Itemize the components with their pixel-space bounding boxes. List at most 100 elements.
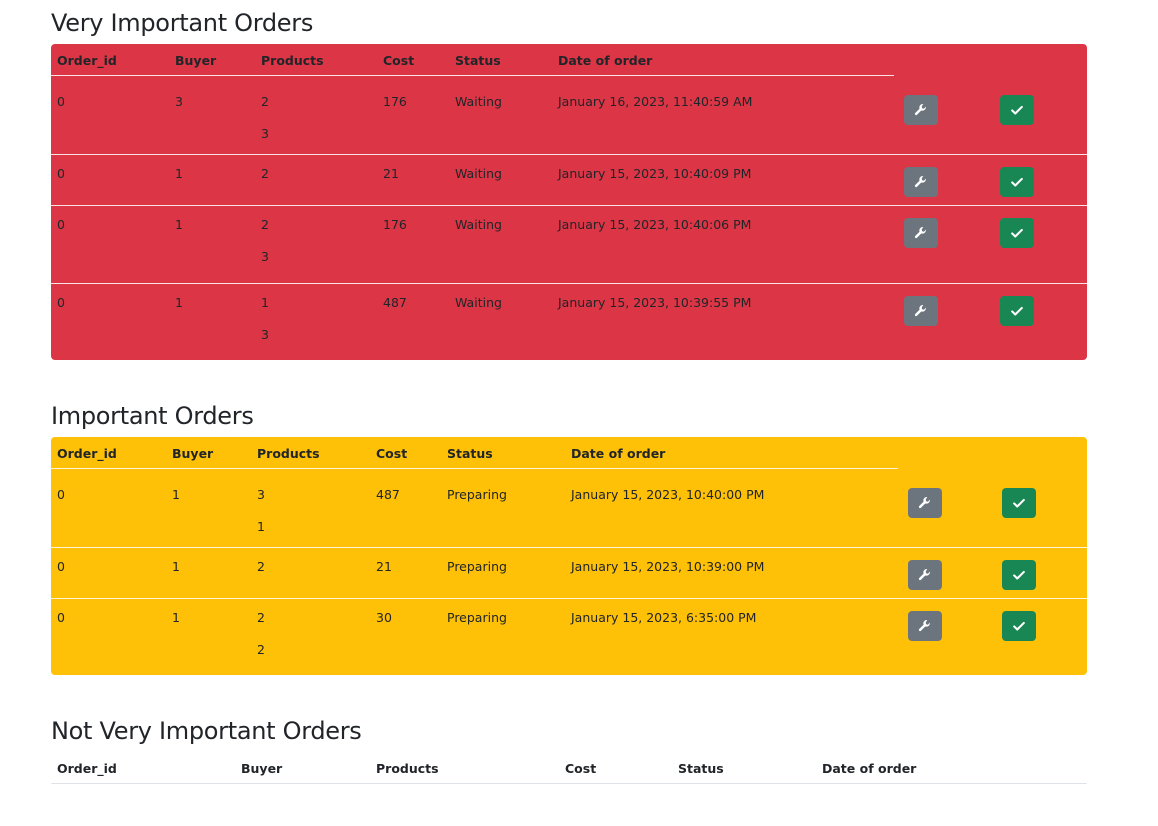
wrench-icon (918, 568, 932, 582)
product-cell: 2 (261, 217, 269, 232)
buyer-cell: 1 (175, 166, 183, 181)
col-products: Products (261, 53, 324, 68)
table-header: Order_id Buyer Products Cost Status Date… (51, 44, 1087, 76)
col-products: Products (257, 446, 320, 461)
date-cell: January 15, 2023, 10:40:00 PM (571, 487, 765, 502)
wrench-icon (914, 304, 928, 318)
product-cell: 2 (257, 559, 265, 574)
important-table: Order_id Buyer Products Cost Status Date… (51, 437, 1087, 675)
status-cell: Waiting (455, 94, 502, 109)
cost-cell: 21 (376, 559, 392, 574)
product-cell: 3 (261, 327, 269, 342)
product-cell: 3 (261, 126, 269, 141)
wrench-icon (914, 226, 928, 240)
date-cell: January 16, 2023, 11:40:59 AM (558, 94, 753, 109)
product-cell: 3 (261, 249, 269, 264)
col-order-id: Order_id (57, 761, 117, 776)
status-cell: Waiting (455, 295, 502, 310)
complete-order-button[interactable] (1000, 167, 1034, 197)
status-cell: Preparing (447, 559, 507, 574)
header-divider (51, 468, 898, 469)
buyer-cell: 1 (172, 610, 180, 625)
status-cell: Waiting (455, 217, 502, 232)
cost-cell: 487 (376, 487, 400, 502)
table-row: 0 1 3 1 487 Preparing January 15, 2023, 10:40:… (51, 476, 1087, 547)
order-id-cell: 0 (57, 166, 65, 181)
col-buyer: Buyer (241, 761, 283, 776)
cost-cell: 176 (383, 94, 407, 109)
not-very-important-table: Order_id Buyer Products Cost Status Date… (51, 752, 1087, 786)
date-cell: January 15, 2023, 10:39:55 PM (558, 295, 752, 310)
complete-order-button[interactable] (1000, 296, 1034, 326)
product-cell: 2 (257, 642, 265, 657)
wrench-icon (918, 496, 932, 510)
complete-order-button[interactable] (1002, 488, 1036, 518)
col-cost: Cost (565, 761, 597, 776)
complete-order-button[interactable] (1000, 95, 1034, 125)
edit-order-button[interactable] (908, 560, 942, 590)
complete-order-button[interactable] (1002, 560, 1036, 590)
buyer-cell: 1 (172, 487, 180, 502)
edit-order-button[interactable] (904, 167, 938, 197)
order-id-cell: 0 (57, 94, 65, 109)
col-date: Date of order (571, 446, 666, 461)
product-cell: 2 (261, 94, 269, 109)
col-status: Status (678, 761, 724, 776)
complete-order-button[interactable] (1002, 611, 1036, 641)
table-header: Order_id Buyer Products Cost Status Date… (51, 437, 1087, 469)
cost-cell: 21 (383, 166, 399, 181)
product-cell: 1 (261, 295, 269, 310)
table-row: 0 3 2 3 176 Waiting January 16, 2023, 11:40:59… (51, 83, 1087, 154)
order-id-cell: 0 (57, 487, 65, 502)
table-header: Order_id Buyer Products Cost Status Date… (51, 752, 1087, 784)
status-cell: Preparing (447, 610, 507, 625)
section-title: Important Orders (51, 402, 254, 430)
edit-order-button[interactable] (904, 296, 938, 326)
check-icon (1010, 304, 1024, 318)
header-divider (51, 783, 1087, 784)
order-id-cell: 0 (57, 610, 65, 625)
product-cell: 2 (261, 166, 269, 181)
check-icon (1012, 568, 1026, 582)
order-id-cell: 0 (57, 217, 65, 232)
table-row: 0 1 1 3 487 Waiting January 15, 2023, 10:39:55… (51, 284, 1087, 360)
date-cell: January 15, 2023, 10:40:09 PM (558, 166, 752, 181)
cost-cell: 176 (383, 217, 407, 232)
buyer-cell: 3 (175, 94, 183, 109)
table-row: 0 1 2 2 30 Preparing January 15, 2023, 6:35:00… (51, 599, 1087, 675)
edit-order-button[interactable] (904, 218, 938, 248)
order-id-cell: 0 (57, 295, 65, 310)
status-cell: Waiting (455, 166, 502, 181)
col-cost: Cost (376, 446, 408, 461)
buyer-cell: 1 (175, 217, 183, 232)
col-cost: Cost (383, 53, 415, 68)
col-buyer: Buyer (175, 53, 217, 68)
wrench-icon (914, 175, 928, 189)
col-order-id: Order_id (57, 446, 117, 461)
table-row: 0 1 2 21 Waiting January 15, 2023, 10:40:09 P… (51, 155, 1087, 205)
date-cell: January 15, 2023, 10:39:00 PM (571, 559, 765, 574)
col-buyer: Buyer (172, 446, 214, 461)
col-date: Date of order (558, 53, 653, 68)
header-divider (51, 75, 894, 76)
wrench-icon (918, 619, 932, 633)
check-icon (1010, 103, 1024, 117)
edit-order-button[interactable] (908, 488, 942, 518)
check-icon (1012, 496, 1026, 510)
date-cell: January 15, 2023, 6:35:00 PM (571, 610, 757, 625)
buyer-cell: 1 (175, 295, 183, 310)
col-products: Products (376, 761, 439, 776)
col-status: Status (455, 53, 501, 68)
section-title: Not Very Important Orders (51, 717, 362, 745)
section-title: Very Important Orders (51, 9, 314, 37)
table-row: 0 1 2 3 176 Waiting January 15, 2023, 10:40:06… (51, 206, 1087, 283)
edit-order-button[interactable] (908, 611, 942, 641)
col-date: Date of order (822, 761, 917, 776)
complete-order-button[interactable] (1000, 218, 1034, 248)
edit-order-button[interactable] (904, 95, 938, 125)
check-icon (1010, 226, 1024, 240)
product-cell: 1 (257, 519, 265, 534)
table-row: 0 1 2 21 Preparing January 15, 2023, 10:39:00… (51, 548, 1087, 598)
check-icon (1012, 619, 1026, 633)
product-cell: 2 (257, 610, 265, 625)
